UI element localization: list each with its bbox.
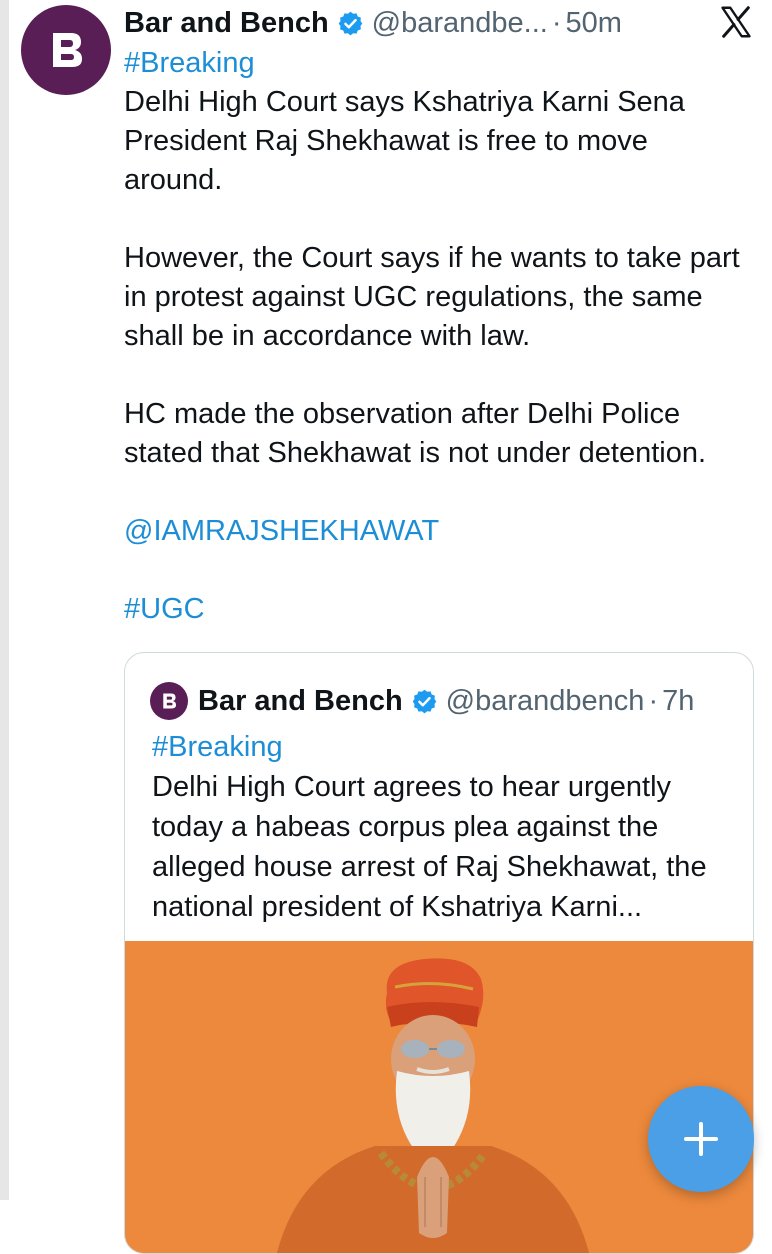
quoted-author-handle: @barandbench: [445, 684, 645, 717]
author-avatar[interactable]: [21, 5, 111, 95]
compose-button[interactable]: [648, 1086, 754, 1192]
mention-link[interactable]: @IAMRAJSHEKHAWAT: [124, 512, 754, 551]
tweet-header: Bar and Bench @barandbe... · 50m: [124, 4, 622, 42]
person-photo: [125, 941, 753, 1253]
tweet-paragraph-2: However, the Court says if he wants to t…: [124, 242, 740, 352]
author-name[interactable]: Bar and Bench: [124, 7, 329, 40]
quoted-tweet-content: Delhi High Court agrees to hear urgently…: [152, 771, 707, 923]
quoted-author-avatar: [150, 682, 188, 720]
tweet-text: #Breaking Delhi High Court says Kshatriy…: [124, 44, 754, 629]
x-logo-icon[interactable]: [718, 4, 754, 40]
bar-and-bench-logo-icon: [53, 33, 82, 67]
plus-icon: [684, 1122, 718, 1156]
hashtag-breaking[interactable]: #Breaking: [124, 44, 754, 83]
quoted-tweet-image[interactable]: [125, 941, 753, 1253]
author-handle[interactable]: @barandbe...: [372, 7, 548, 40]
quoted-author-name: Bar and Bench: [198, 684, 403, 717]
separator-dot: ·: [648, 684, 659, 717]
separator-dot: ·: [551, 6, 562, 39]
hashtag-ugc[interactable]: #UGC: [124, 590, 754, 629]
verified-badge-icon: [337, 10, 364, 37]
quoted-tweet-header: Bar and Bench @barandbench · 7h: [150, 681, 694, 721]
bar-and-bench-logo-icon: [163, 693, 177, 709]
left-edge-strip: [0, 0, 9, 1200]
post-time[interactable]: 50m: [566, 7, 622, 40]
tweet-paragraph-3: HC made the observation after Delhi Poli…: [124, 398, 707, 469]
quoted-hashtag-breaking[interactable]: #Breaking: [152, 727, 742, 767]
verified-badge-icon: [411, 688, 438, 715]
tweet-paragraph-1: Delhi High Court says Kshatriya Karni Se…: [124, 86, 685, 196]
quoted-tweet-text: #Breaking Delhi High Court agrees to hea…: [152, 727, 742, 927]
quoted-post-time: 7h: [662, 684, 695, 717]
